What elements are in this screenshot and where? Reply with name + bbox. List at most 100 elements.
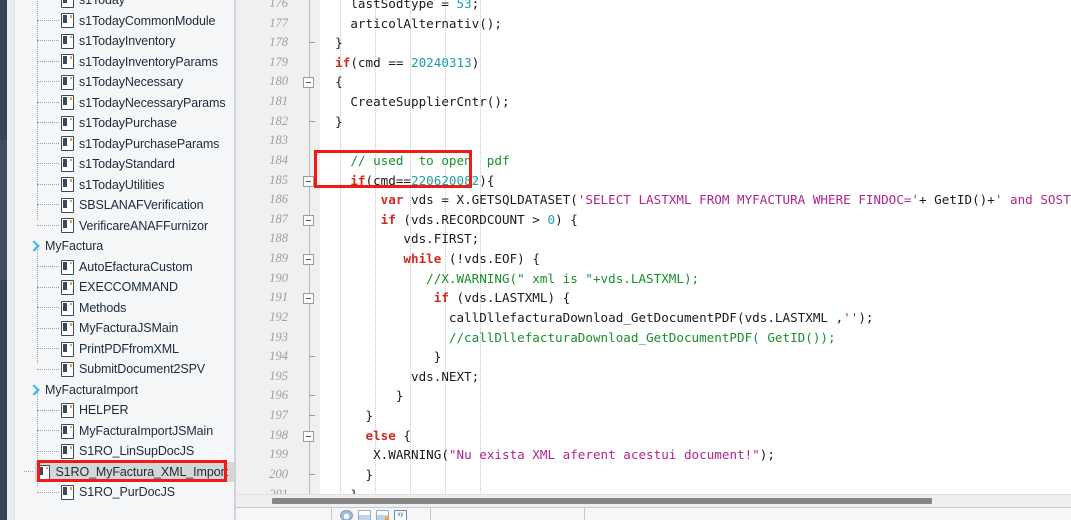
globe-icon[interactable] (340, 510, 353, 520)
tree-item-content[interactable]: S1RO_MyFactura_XML_Import (35, 461, 234, 483)
window-alert-icon[interactable] (376, 510, 389, 520)
code-text[interactable]: CreateSupplierCntr(); (320, 92, 509, 112)
code-text[interactable]: X.WARNING("Nu exista XML aferent acestui… (320, 445, 775, 465)
status-toolbar-icons[interactable]: xy (340, 510, 407, 520)
code-line[interactable]: 196 } (236, 386, 1071, 406)
code-line[interactable]: 178 } (236, 33, 1071, 53)
code-text[interactable]: if(cmd == 20240313) (320, 53, 479, 73)
tree-item-content[interactable]: s1TodayInventoryParams (61, 52, 218, 73)
tree-item-script[interactable]: s1TodayInventoryParams (15, 52, 234, 73)
tree-item-script[interactable]: s1TodayUtilities (15, 175, 234, 196)
fold-collapse-icon[interactable] (303, 254, 314, 266)
tree-item-script[interactable]: AutoEfacturaCustom (15, 257, 234, 278)
tree-item-script[interactable]: VerificareANAFFurnizor (15, 216, 234, 237)
script-tree[interactable]: s1Today s1TodayCommonModule s1TodayInvento… (15, 0, 234, 520)
code-text[interactable]: callDllefacturaDownload_GetDocumentPDF(v… (320, 308, 874, 328)
code-text[interactable]: vds.NEXT; (320, 367, 479, 387)
code-text[interactable]: } (320, 347, 442, 367)
tree-item-script[interactable]: Methods (15, 298, 234, 319)
code-line[interactable]: 184 // used to open pdf (236, 151, 1071, 171)
tree-item-content[interactable]: s1TodayPurchase (61, 113, 177, 134)
tree-item-content[interactable]: s1TodayPurchaseParams (61, 134, 219, 155)
tree-item-script[interactable]: S1RO_MyFactura_XML_Import (15, 461, 234, 483)
tree-item-script[interactable]: s1Today (15, 0, 234, 11)
status-toolbar-cell[interactable]: xy (332, 508, 431, 520)
tree-item-content[interactable]: HELPER (61, 400, 129, 421)
tree-item-script[interactable]: s1TodayPurchase (15, 113, 234, 134)
tree-item-content[interactable]: MyFactura (29, 236, 103, 257)
code-text[interactable]: while (!vds.EOF) { (320, 249, 540, 269)
code-text[interactable]: } (320, 112, 343, 132)
fold-collapse-icon[interactable] (303, 77, 314, 89)
code-text[interactable]: var vds = X.GETSQLDATASET('SELECT LASTXM… (320, 190, 1071, 210)
code-line[interactable]: 197 } (236, 406, 1071, 426)
tree-item-content[interactable]: SBSLANAFVerification (61, 195, 204, 216)
code-text[interactable]: } (320, 406, 373, 426)
code-line[interactable]: 186 var vds = X.GETSQLDATASET('SELECT LA… (236, 190, 1071, 210)
tree-item-script[interactable]: HELPER (15, 400, 234, 421)
fold-collapse-icon[interactable] (303, 214, 314, 226)
tree-item-content[interactable]: MyFacturaImport (29, 380, 138, 401)
code-line[interactable]: 176 lastSodtype = 53; (236, 0, 1071, 14)
tree-item-content[interactable]: EXECCOMMAND (61, 277, 178, 298)
tree-item-script[interactable]: S1RO_LinSupDocJS (15, 441, 234, 462)
tree-item-content[interactable]: s1TodayNecessary (61, 72, 183, 93)
fold-collapse-icon[interactable] (303, 430, 314, 442)
code-line[interactable]: 193 //callDllefacturaDownload_GetDocumen… (236, 328, 1071, 348)
horizontal-scrollbar-thumb[interactable] (272, 498, 932, 504)
tree-item-script[interactable]: s1TodayPurchaseParams (15, 134, 234, 155)
tree-item-content[interactable]: s1TodayNecessaryParams (61, 93, 226, 114)
tree-item-content[interactable]: s1TodayInventory (61, 31, 175, 52)
tree-item-folder[interactable]: MyFactura (15, 236, 234, 257)
code-area[interactable]: 176 lastSodtype = 53; 177 articolAlternat… (236, 0, 1071, 495)
window-icon[interactable] (358, 510, 371, 520)
tree-item-content[interactable]: s1TodayCommonModule (61, 11, 215, 32)
code-text[interactable]: { (320, 72, 343, 92)
tree-item-script[interactable]: s1TodayNecessary (15, 72, 234, 93)
tree-item-script[interactable]: MyFacturaImportJSMain (15, 421, 234, 442)
code-text[interactable]: lastSodtype = 53; (320, 0, 479, 14)
fold-collapse-icon[interactable] (303, 175, 314, 187)
code-line[interactable]: 199 X.WARNING("Nu exista XML aferent ace… (236, 445, 1071, 465)
code-line[interactable]: 195 vds.NEXT; (236, 367, 1071, 387)
code-line[interactable]: 188 vds.FIRST; (236, 229, 1071, 249)
tree-item-script[interactable]: MyFacturaJSMain (15, 318, 234, 339)
code-line[interactable]: 181 CreateSupplierCntr(); (236, 92, 1071, 112)
tree-item-content[interactable]: VerificareANAFFurnizor (61, 216, 208, 237)
code-line[interactable]: 198 else { (236, 426, 1071, 446)
code-line[interactable]: 200 } (236, 465, 1071, 485)
code-line[interactable]: 183 (236, 131, 1071, 151)
tree-item-script[interactable]: s1TodayInventory (15, 31, 234, 52)
tree-item-script[interactable]: s1TodayStandard (15, 154, 234, 175)
code-line[interactable]: 179 if(cmd == 20240313) (236, 53, 1071, 73)
tree-item-content[interactable]: s1TodayUtilities (61, 175, 164, 196)
script-explorer-panel[interactable]: s1Today s1TodayCommonModule s1TodayInvento… (7, 0, 235, 520)
tree-item-content[interactable]: AutoEfacturaCustom (61, 257, 193, 278)
tree-item-content[interactable]: MyFacturaJSMain (61, 318, 178, 339)
code-text[interactable]: } (320, 386, 404, 406)
code-line[interactable]: 187 if (vds.RECORDCOUNT > 0) { (236, 210, 1071, 230)
tree-item-script[interactable]: EXECCOMMAND (15, 277, 234, 298)
tree-item-content[interactable]: s1TodayStandard (61, 154, 175, 175)
tree-item-content[interactable]: SubmitDocument2SPV (61, 359, 205, 380)
code-text[interactable]: //X.WARNING(" xml is "+vds.LASTXML); (320, 269, 699, 289)
code-line[interactable]: 192 callDllefacturaDownload_GetDocumentP… (236, 308, 1071, 328)
fold-collapse-icon[interactable] (303, 293, 314, 305)
tree-item-content[interactable]: s1Today (61, 0, 125, 11)
code-line[interactable]: 194 } (236, 347, 1071, 367)
code-text[interactable]: if(cmd==220620082){ (320, 171, 494, 191)
code-line[interactable]: 180 { (236, 72, 1071, 92)
tree-item-content[interactable]: Methods (61, 298, 126, 319)
tree-item-script[interactable]: SBSLANAFVerification (15, 195, 234, 216)
code-editor-panel[interactable]: 176 lastSodtype = 53; 177 articolAlternat… (235, 0, 1071, 520)
tree-item-script[interactable]: s1TodayCommonModule (15, 11, 234, 32)
code-text[interactable]: vds.FIRST; (320, 229, 479, 249)
tree-item-folder[interactable]: MyFacturaImport (15, 380, 234, 401)
code-text[interactable]: } (320, 465, 373, 485)
code-text[interactable]: // used to open pdf (320, 151, 509, 171)
variable-icon[interactable]: xy (394, 510, 407, 520)
code-text[interactable]: articolAlternativ(); (320, 14, 502, 34)
tree-item-content[interactable]: S1RO_PurDocJS (61, 482, 175, 503)
tree-item-script[interactable]: s1TodayNecessaryParams (15, 93, 234, 114)
code-text[interactable]: if (vds.LASTXML) { (320, 288, 571, 308)
